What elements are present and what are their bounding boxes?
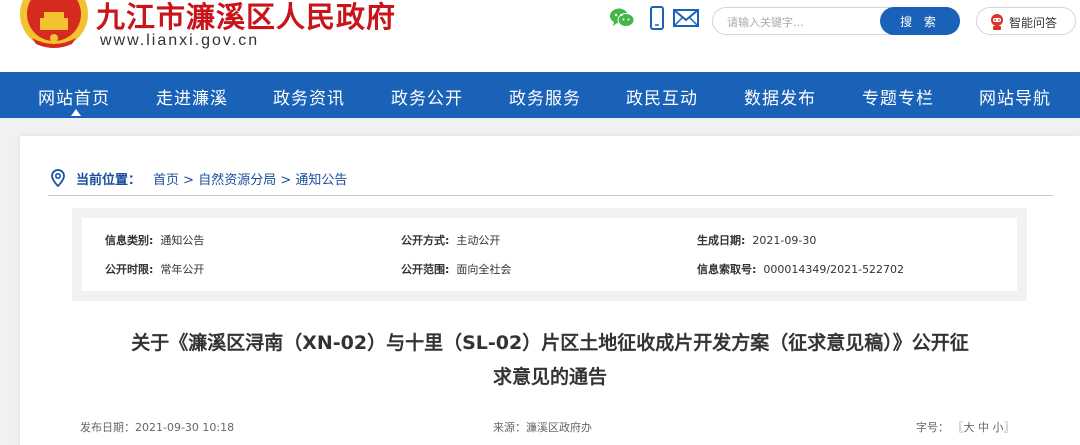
wechat-icon[interactable] [609,6,635,30]
breadcrumb-home[interactable]: 首页 [153,173,179,188]
main-nav: 网站首页 走进濂溪 政务资讯 政务公开 政务服务 政民互动 数据发布 专题专栏 … [0,72,1080,118]
font-size-small[interactable]: 小 [993,421,1004,434]
nav-item-interaction[interactable]: 政民互动 [626,84,698,109]
nav-item-news[interactable]: 政务资讯 [273,84,345,109]
font-size-control: 字号： 〖大 中 小〗 [916,421,1015,434]
article-title: 关于《濂溪区浔南（XN-02）与十里（SL-02）片区土地征收成片开发方案（征求… [70,326,1030,394]
nav-item-data[interactable]: 数据发布 [744,84,816,109]
publish-date: 发布日期：2021-09-30 10:18 [80,421,235,434]
active-nav-indicator [71,109,81,116]
info-category: 信息类别: 通知公告 [105,234,205,247]
nav-item-about[interactable]: 走进濂溪 [156,84,228,109]
info-index-number: 信息索取号: 000014349/2021-522702 [697,263,905,276]
smart-qa-button[interactable]: 智能问答 [976,7,1076,35]
nav-item-services[interactable]: 政务服务 [509,84,581,109]
article-source: 来源：濂溪区政府办 [493,421,592,434]
info-metadata-box: 信息类别: 通知公告 公开方式: 主动公开 生成日期: 2021-09-30 公… [72,208,1027,301]
content-panel: 当前位置： 首页 > 自然资源分局 > 通知公告 信息类别: 通知公告 公开方式… [20,136,1080,445]
search-box: 搜 索 [712,7,960,35]
search-input[interactable] [727,12,877,32]
nav-item-home[interactable]: 网站首页 [38,84,110,109]
search-button[interactable]: 搜 索 [880,7,960,35]
mobile-icon[interactable] [644,6,670,30]
breadcrumb-department[interactable]: 自然资源分局 [198,173,276,188]
breadcrumb-notice[interactable]: 通知公告 [295,173,347,188]
site-url: www.lianxi.gov.cn [100,32,260,49]
smart-qa-label: 智能问答 [1009,16,1058,30]
national-emblem-icon [20,0,88,48]
nav-item-topics[interactable]: 专题专栏 [862,84,934,109]
breadcrumb-separator: > [179,173,199,188]
site-title[interactable]: 九江市濂溪区人民政府 [96,0,396,36]
info-scope: 公开范围: 面向全社会 [401,263,512,276]
mail-icon[interactable] [673,6,699,30]
info-generated-date: 生成日期: 2021-09-30 [697,234,817,247]
font-size-label: 字号： [916,421,949,434]
breadcrumb-path: 首页 > 自然资源分局 > 通知公告 [153,169,347,188]
nav-item-disclosure[interactable]: 政务公开 [391,84,463,109]
info-method: 公开方式: 主动公开 [401,234,501,247]
breadcrumb-separator: > [276,173,296,188]
robot-icon [991,14,1003,30]
site-header: 九江市濂溪区人民政府 www.lianxi.gov.cn 搜 索 智能问答 [0,0,1080,72]
location-pin-icon [51,169,65,187]
breadcrumb-divider [48,195,1053,196]
article-title-line-1: 关于《濂溪区浔南（XN-02）与十里（SL-02）片区土地征收成片开发方案（征求… [131,332,969,354]
nav-item-sitemap[interactable]: 网站导航 [979,84,1051,109]
font-size-large[interactable]: 大 [964,421,975,434]
info-period: 公开时限: 常年公开 [105,263,205,276]
font-size-medium[interactable]: 中 [978,421,989,434]
article-title-line-2: 求意见的通告 [492,366,607,388]
info-metadata-inner: 信息类别: 通知公告 公开方式: 主动公开 生成日期: 2021-09-30 公… [82,218,1017,291]
breadcrumb-label: 当前位置： [76,173,142,188]
